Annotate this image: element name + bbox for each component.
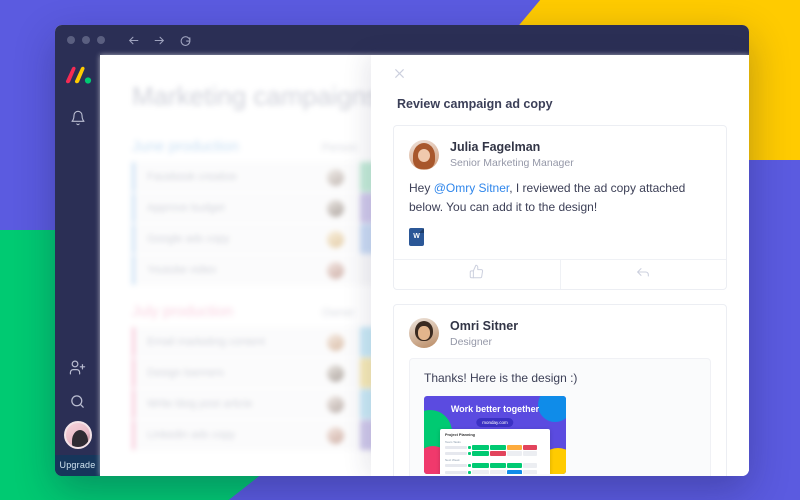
message-card: Julia Fagelman Senior Marketing Manager …: [393, 125, 727, 290]
sidebar-item-search[interactable]: [60, 387, 96, 421]
group-title: June production: [132, 138, 239, 155]
design-board-mock: Project Planning Team Tasks Next Week: [440, 428, 550, 474]
row-title: Google ads copy: [147, 233, 230, 245]
message-avatar[interactable]: [409, 318, 439, 349]
person-avatar: [326, 333, 344, 351]
group-title: July production: [132, 303, 233, 320]
browser-window: Upgrade Marketing campaigns June product…: [55, 25, 749, 476]
forward-icon[interactable]: [153, 34, 166, 47]
item-detail-panel: Review campaign ad copy Julia Fagelman S…: [371, 55, 749, 476]
message-header: Julia Fagelman Senior Marketing Manager: [394, 126, 726, 179]
person-avatar: [326, 364, 344, 382]
row-title: Linkedin ads copy: [147, 429, 236, 441]
reply-arrow-icon: [635, 264, 651, 285]
message-card: Omri Sitner Designer Thanks! Here is the…: [393, 303, 727, 476]
avatar[interactable]: [63, 421, 92, 449]
design-headline: Work better together: [450, 403, 540, 414]
design-logo: monday.com: [476, 417, 514, 427]
app-sidebar: Upgrade: [55, 55, 100, 476]
search-icon: [69, 393, 86, 415]
thumbs-up-icon: [469, 264, 484, 284]
row-title: Approve budget: [147, 202, 225, 214]
message-avatar[interactable]: [409, 139, 439, 170]
monday-logo[interactable]: [64, 63, 92, 87]
reply-button[interactable]: [559, 259, 727, 289]
message-attachment[interactable]: W: [394, 227, 726, 259]
message-author: Omri Sitner: [450, 318, 519, 333]
row-title: Youtube video: [147, 264, 217, 276]
design-group-label: Team Tasks: [445, 439, 461, 444]
column-header-person: Person: [322, 142, 357, 154]
row-person[interactable]: [310, 168, 360, 186]
browser-titlebar: [55, 25, 749, 55]
row-title: Facebook creative: [147, 171, 237, 183]
row-person[interactable]: [310, 261, 360, 279]
message-role: Senior Marketing Manager: [450, 156, 574, 169]
sidebar-item-notifications[interactable]: [60, 103, 96, 137]
close-icon[interactable]: [393, 67, 407, 81]
row-title: Write blog post article: [147, 398, 253, 410]
upgrade-button[interactable]: Upgrade: [55, 455, 100, 476]
message-role: Designer: [450, 335, 493, 348]
design-group-label: Next Week: [445, 458, 460, 463]
minimize-window-dot[interactable]: [82, 36, 90, 44]
message-header: Omri Sitner Designer: [394, 305, 726, 358]
word-document-icon[interactable]: W: [409, 227, 424, 246]
message-actions: [394, 258, 727, 289]
row-person[interactable]: [310, 230, 360, 248]
design-board-title: Project Planning: [445, 432, 475, 437]
message-author: Julia Fagelman: [450, 140, 541, 154]
window-controls[interactable]: [67, 36, 105, 44]
design-preview-image[interactable]: Work better together monday.com Project …: [424, 395, 566, 474]
like-button[interactable]: [394, 260, 560, 289]
reply-text: Thanks! Here is the design :): [424, 370, 578, 385]
reload-icon[interactable]: [179, 34, 192, 47]
person-avatar: [326, 395, 344, 413]
reply-box: Thanks! Here is the design :) Work bette…: [409, 357, 711, 476]
back-icon[interactable]: [127, 34, 140, 47]
message-text-before: Hey: [409, 181, 434, 196]
person-avatar: [326, 168, 344, 186]
column-header-owner: Owner: [322, 307, 355, 319]
person-avatar: [326, 426, 344, 444]
row-person[interactable]: [310, 395, 360, 413]
row-person[interactable]: [310, 426, 360, 444]
row-person[interactable]: [310, 199, 360, 217]
person-avatar: [326, 199, 344, 217]
person-avatar: [326, 230, 344, 248]
row-person[interactable]: [310, 333, 360, 351]
bell-icon: [70, 110, 86, 131]
close-window-dot[interactable]: [67, 36, 75, 44]
row-title: Design banners: [147, 367, 225, 379]
message-body: Hey @Omry Sitner, I reviewed the ad copy…: [394, 179, 726, 228]
maximize-window-dot[interactable]: [97, 36, 105, 44]
panel-title: Review campaign ad copy: [397, 97, 553, 111]
row-title: Email marketing content: [147, 336, 265, 348]
row-person[interactable]: [310, 364, 360, 382]
person-add-icon: [69, 359, 86, 381]
person-avatar: [326, 261, 344, 279]
sidebar-item-invite[interactable]: [60, 353, 96, 387]
mention-link[interactable]: @Omry Sitner: [434, 181, 510, 195]
